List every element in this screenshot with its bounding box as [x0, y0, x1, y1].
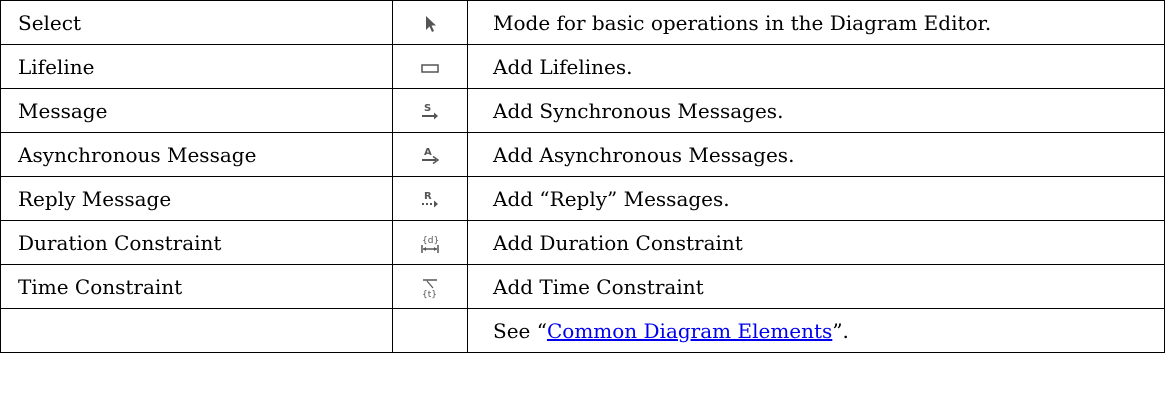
table-row-select: Select Mode for basic operations in the … [0, 0, 1165, 45]
icon-letter: {d} [422, 236, 439, 246]
tool-name: Reply Message [0, 176, 393, 221]
table-row-message: Message S Add Synchronous Messages. [0, 88, 1165, 133]
rectangle-icon [420, 57, 440, 79]
tool-description: Add Asynchronous Messages. [467, 132, 1165, 177]
synchronous-message-icon: S [420, 101, 440, 123]
diagram-palette-table: Select Mode for basic operations in the … [0, 0, 1165, 353]
icon-letter: {t} [422, 290, 437, 299]
icon-letter: S [424, 103, 431, 114]
tool-description: Mode for basic operations in the Diagram… [467, 0, 1165, 45]
table-row-common-elements: See “Common Diagram Elements”. [0, 308, 1165, 353]
asynchronous-message-icon: A [420, 145, 440, 167]
table-row-time-constraint: Time Constraint {t} Add Time Constraint [0, 264, 1165, 309]
time-constraint-icon: {t} [420, 277, 440, 299]
tool-description: Add Time Constraint [467, 264, 1165, 309]
tool-description: Add Lifelines. [467, 44, 1165, 89]
common-diagram-elements-link[interactable]: Common Diagram Elements [547, 319, 832, 343]
tool-description: See “Common Diagram Elements”. [467, 308, 1165, 353]
tool-name: Asynchronous Message [0, 132, 393, 177]
see-suffix: ”. [832, 318, 849, 343]
tool-name: Message [0, 88, 393, 133]
table-row-asynchronous-message: Asynchronous Message A Add Asynchronous … [0, 132, 1165, 177]
tool-name: Select [0, 0, 393, 45]
tool-name: Lifeline [0, 44, 393, 89]
icon-letter: A [424, 147, 432, 158]
pointer-arrow-icon [420, 13, 440, 35]
tool-description: Add Synchronous Messages. [467, 88, 1165, 133]
see-prefix: See “ [493, 318, 547, 343]
table-row-lifeline: Lifeline Add Lifelines. [0, 44, 1165, 89]
tool-name: Time Constraint [0, 264, 393, 309]
tool-name: Duration Constraint [0, 220, 393, 265]
duration-constraint-icon: {d} [420, 233, 440, 255]
icon-letter: R [424, 191, 432, 202]
tool-name-empty [0, 308, 393, 353]
reply-message-icon: R [420, 189, 440, 211]
icon-cell-empty [392, 308, 468, 353]
table-row-duration-constraint: Duration Constraint {d} Add Duration Con… [0, 220, 1165, 265]
table-row-reply-message: Reply Message R Add “Reply” Messages. [0, 176, 1165, 221]
tool-description: Add “Reply” Messages. [467, 176, 1165, 221]
tool-description: Add Duration Constraint [467, 220, 1165, 265]
